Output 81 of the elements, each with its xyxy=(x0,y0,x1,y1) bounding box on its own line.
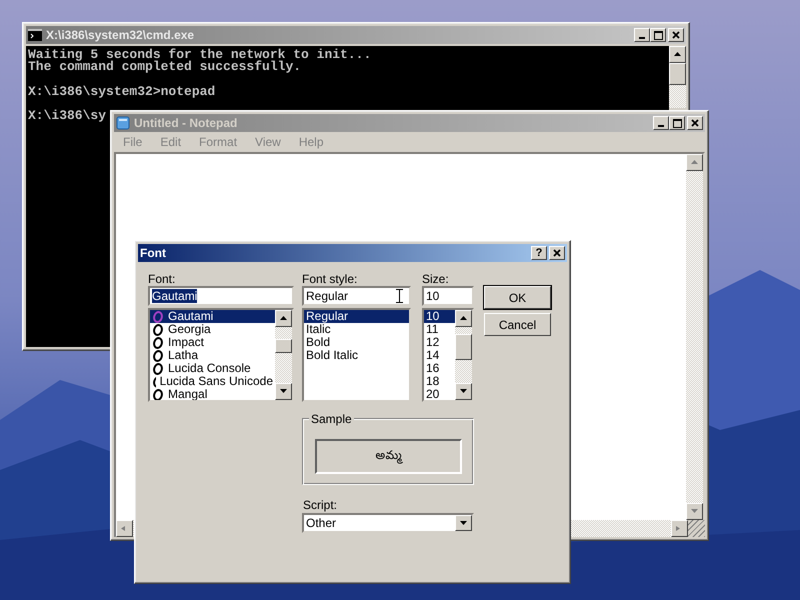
help-button[interactable]: ? xyxy=(531,246,547,260)
notepad-icon xyxy=(116,116,130,130)
close-icon xyxy=(553,249,561,257)
list-item[interactable]: 16 xyxy=(424,362,455,375)
text-cursor-icon xyxy=(396,289,403,303)
input-field[interactable]: Regular xyxy=(302,286,411,306)
minimize-button[interactable] xyxy=(634,28,650,42)
list-item[interactable]: Lucida Sans Unicode xyxy=(150,375,275,388)
maximize-icon xyxy=(672,118,682,128)
scroll-left-button[interactable] xyxy=(116,520,133,537)
input-field[interactable]: Gautami xyxy=(148,286,294,306)
arrow-icon xyxy=(280,316,287,321)
close-button[interactable] xyxy=(668,28,684,42)
scroll-up-button[interactable] xyxy=(455,310,472,327)
field-label: Script: xyxy=(303,498,338,512)
ok-button[interactable]: OK xyxy=(484,286,551,309)
arrow-icon xyxy=(691,509,698,514)
field-value: Regular xyxy=(306,289,348,303)
arrow-icon xyxy=(280,389,287,394)
dialog-title: Font xyxy=(140,246,166,260)
arrow-icon xyxy=(460,316,467,321)
arrow-icon xyxy=(460,389,467,394)
console-icon xyxy=(28,29,42,41)
list-item[interactable]: 10 xyxy=(424,310,455,323)
list-item[interactable]: Italic xyxy=(304,323,409,336)
field-value: 10 xyxy=(426,289,440,303)
arrow-icon xyxy=(691,160,698,165)
list-item[interactable]: 14 xyxy=(424,349,455,362)
scroll-thumb[interactable] xyxy=(455,334,472,360)
window-title: Untitled - Notepad xyxy=(134,116,238,130)
font-type-icon xyxy=(152,310,164,322)
scroll-up-button[interactable] xyxy=(275,310,292,327)
field-value: Gautami xyxy=(152,289,198,303)
list-item[interactable]: Regular xyxy=(304,310,409,323)
console-line: X:\i386\system32>notepad xyxy=(28,82,216,98)
list-box[interactable]: 10 11 12 14 16 18 20 xyxy=(422,308,474,402)
script-dropdown[interactable]: Other xyxy=(302,513,474,533)
scroll-up-button[interactable] xyxy=(686,154,703,171)
list-item[interactable]: Bold xyxy=(304,336,409,349)
maximize-icon xyxy=(654,30,662,40)
list-item[interactable]: 20 xyxy=(424,388,455,400)
cancel-button[interactable]: Cancel xyxy=(484,313,551,336)
close-icon xyxy=(691,119,699,127)
scroll-down-button[interactable] xyxy=(275,383,292,400)
list-item[interactable]: Impact xyxy=(150,336,275,349)
scroll-down-button[interactable] xyxy=(686,503,703,520)
field-label: Font style: xyxy=(302,272,358,286)
console-line: Waiting 5 seconds for the network to init... xyxy=(28,49,372,62)
list-item[interactable]: 12 xyxy=(424,336,455,349)
scroll-down-button[interactable] xyxy=(455,383,472,400)
font-type-icon xyxy=(152,336,164,348)
field-label: Size: xyxy=(422,272,450,286)
group-label: Sample xyxy=(309,412,354,426)
console-line: X:\i386\sy xyxy=(28,107,106,123)
console-line: The command completed successfully. xyxy=(28,61,302,74)
arrow-icon xyxy=(460,520,467,526)
list-item[interactable]: Georgia xyxy=(150,323,275,336)
list-item[interactable]: Gautami xyxy=(150,310,275,323)
scroll-right-button[interactable] xyxy=(671,520,688,537)
arrow-icon xyxy=(674,52,681,57)
maximize-button[interactable] xyxy=(650,28,666,42)
close-icon xyxy=(672,31,680,39)
list-box[interactable]: Regular Italic Bold Bold Italic xyxy=(302,308,411,402)
font-type-icon xyxy=(152,350,164,362)
list-item[interactable]: 18 xyxy=(424,375,455,388)
close-button[interactable] xyxy=(549,246,565,260)
list-item[interactable]: Bold Italic xyxy=(304,349,409,362)
scroll-thumb[interactable] xyxy=(669,63,686,85)
sample-text: అమ్మ xyxy=(376,448,402,465)
arrow-icon xyxy=(121,526,128,531)
list-item[interactable]: Lucida Console xyxy=(150,362,275,375)
field-label: Font: xyxy=(148,272,176,286)
font-type-icon xyxy=(152,324,164,336)
input-field[interactable]: 10 xyxy=(422,286,474,306)
list-item[interactable]: Latha xyxy=(150,349,275,362)
window-title: X:\i386\system32\cmd.exe xyxy=(46,28,194,42)
dropdown-button[interactable] xyxy=(455,515,472,531)
scroll-up-button[interactable] xyxy=(669,46,686,63)
scroll-thumb[interactable] xyxy=(275,339,292,353)
list-item[interactable]: 11 xyxy=(424,323,455,336)
resize-grip[interactable] xyxy=(688,520,705,537)
